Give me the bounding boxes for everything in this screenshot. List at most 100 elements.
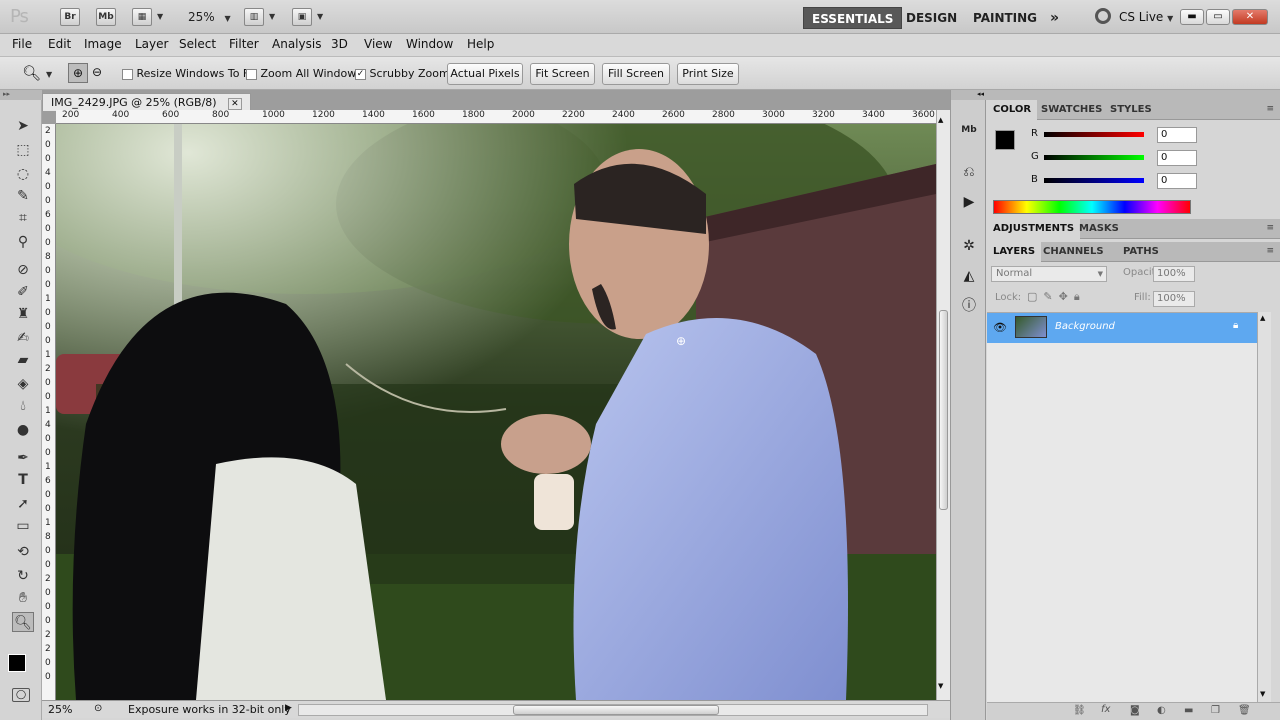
- vertical-scroll-thumb[interactable]: [939, 310, 948, 510]
- close-tab-icon[interactable]: ✕: [228, 98, 242, 110]
- actions-icon[interactable]: ▶: [958, 192, 980, 212]
- scrubby-zoom-option[interactable]: ✓ Scrubby Zoom: [355, 67, 450, 80]
- mini-bridge-icon[interactable]: Mb: [958, 120, 980, 140]
- new-group-icon[interactable]: ▬: [1184, 705, 1193, 716]
- new-layer-icon[interactable]: ❐: [1211, 705, 1220, 716]
- quick-mask-icon[interactable]: ◯: [12, 688, 30, 702]
- menu-select[interactable]: Select: [179, 37, 216, 51]
- tab-styles[interactable]: STYLES: [1104, 100, 1158, 120]
- zoom-all-checkbox[interactable]: [246, 68, 257, 80]
- pen-tool-icon[interactable]: ✒: [12, 448, 34, 468]
- resize-windows-option[interactable]: Resize Windows To Fit: [122, 67, 256, 80]
- menu-layer[interactable]: Layer: [135, 37, 168, 51]
- chevron-down-icon[interactable]: ▼: [157, 12, 163, 21]
- info-icon[interactable]: ⓘ: [958, 296, 980, 316]
- 3d-rotate-tool-icon[interactable]: ⟲: [12, 542, 34, 562]
- status-zoom[interactable]: 25%: [48, 703, 72, 716]
- workspace-painting[interactable]: PAINTING: [965, 7, 1045, 29]
- close-button[interactable]: ✕: [1232, 9, 1268, 25]
- path-selection-tool-icon[interactable]: ➚: [12, 494, 34, 514]
- menu-image[interactable]: Image: [84, 37, 122, 51]
- menu-window[interactable]: Window: [406, 37, 453, 51]
- print-size-button[interactable]: Print Size: [677, 63, 739, 85]
- tab-paths[interactable]: PATHS: [1117, 242, 1165, 262]
- zoom-tool-icon[interactable]: 🔍︎: [22, 64, 41, 82]
- eye-visibility-icon[interactable]: 👁︎: [993, 321, 1007, 334]
- cs-live-menu[interactable]: CS Live ▼: [1119, 10, 1173, 24]
- add-mask-icon[interactable]: ◙: [1130, 705, 1140, 716]
- chevron-down-icon[interactable]: ▼: [317, 12, 323, 21]
- green-slider[interactable]: [1044, 155, 1144, 160]
- vertical-scrollbar[interactable]: ▲ ▼: [936, 110, 950, 700]
- rectangle-tool-icon[interactable]: ▭: [12, 516, 34, 536]
- image-canvas[interactable]: ⊕: [56, 124, 936, 700]
- tab-color[interactable]: COLOR: [987, 100, 1038, 120]
- blue-slider[interactable]: [1044, 178, 1144, 183]
- quick-selection-tool-icon[interactable]: ✎: [12, 186, 34, 206]
- menu-3d[interactable]: 3D: [331, 37, 348, 51]
- scroll-down-icon[interactable]: ▼: [938, 682, 943, 690]
- screen-mode-button[interactable]: ▣: [292, 8, 312, 26]
- horizontal-scrollbar[interactable]: [298, 704, 928, 716]
- blend-mode-select[interactable]: Normal ▼: [991, 266, 1107, 282]
- panel-menu-icon[interactable]: ≡: [1266, 246, 1274, 256]
- 3d-scene-icon[interactable]: ✲: [958, 236, 980, 256]
- link-layers-icon[interactable]: ⛓: [1073, 705, 1086, 716]
- adjustment-layer-icon[interactable]: ◐: [1157, 705, 1166, 716]
- crop-tool-icon[interactable]: ⌗: [12, 208, 34, 228]
- fx-icon[interactable]: fx: [1101, 704, 1110, 715]
- tab-swatches[interactable]: SWATCHES: [1035, 100, 1108, 120]
- view-extras-button[interactable]: ▦: [132, 8, 152, 26]
- status-menu-arrow-icon[interactable]: ▶: [285, 703, 292, 713]
- dodge-tool-icon[interactable]: ●: [12, 420, 34, 440]
- menu-filter[interactable]: Filter: [229, 37, 259, 51]
- color-spectrum-bar[interactable]: [993, 200, 1191, 214]
- minimize-button[interactable]: ▬: [1180, 9, 1204, 25]
- menu-analysis[interactable]: Analysis: [272, 37, 321, 51]
- histogram-icon[interactable]: ◭: [958, 266, 980, 286]
- resize-windows-checkbox[interactable]: [122, 68, 133, 80]
- move-tool-icon[interactable]: ➤: [12, 116, 34, 136]
- eyedropper-tool-icon[interactable]: ⚲: [12, 232, 34, 252]
- maximize-button[interactable]: ▭: [1206, 9, 1230, 25]
- lock-icons[interactable]: ▢✎✥🔒︎: [1027, 290, 1086, 304]
- menu-edit[interactable]: Edit: [48, 37, 71, 51]
- blur-tool-icon[interactable]: 💧︎: [12, 396, 34, 416]
- arrange-documents-button[interactable]: ▥: [244, 8, 264, 26]
- mini-bridge-button[interactable]: Mb: [96, 8, 116, 26]
- tab-masks[interactable]: MASKS: [1073, 219, 1125, 239]
- fill-input[interactable]: 100%: [1153, 291, 1195, 307]
- chevron-down-icon[interactable]: ▼: [46, 70, 52, 79]
- more-workspaces-icon[interactable]: »: [1042, 7, 1067, 29]
- actual-pixels-button[interactable]: Actual Pixels: [447, 63, 523, 85]
- document-tab[interactable]: IMG_2429.JPG @ 25% (RGB/8) ✕: [42, 93, 251, 111]
- workspace-design[interactable]: DESIGN: [898, 7, 965, 29]
- green-value-input[interactable]: 0: [1157, 150, 1197, 166]
- red-value-input[interactable]: 0: [1157, 127, 1197, 143]
- paint-bucket-tool-icon[interactable]: ◈: [12, 374, 34, 394]
- tab-channels[interactable]: CHANNELS: [1037, 242, 1110, 262]
- fit-screen-button[interactable]: Fit Screen: [530, 63, 595, 85]
- horizontal-scroll-thumb[interactable]: [513, 705, 719, 715]
- zoom-out-icon[interactable]: ⊖: [88, 63, 106, 83]
- 3d-orbit-tool-icon[interactable]: ↻: [12, 566, 34, 586]
- opacity-input[interactable]: 100%: [1153, 266, 1195, 282]
- marquee-tool-icon[interactable]: ⬚: [12, 140, 34, 160]
- scroll-down-icon[interactable]: ▼: [1260, 690, 1265, 698]
- type-tool-icon[interactable]: T: [12, 470, 34, 490]
- hand-tool-icon[interactable]: ✋︎: [12, 588, 34, 608]
- delete-layer-icon[interactable]: 🗑︎: [1238, 705, 1251, 716]
- collapse-arrows-icon[interactable]: ▸▸: [0, 90, 42, 100]
- status-info-icon[interactable]: ⊙: [94, 703, 102, 714]
- chevron-down-icon[interactable]: ▼: [269, 12, 275, 21]
- tab-layers[interactable]: LAYERS: [987, 242, 1042, 262]
- history-icon[interactable]: ⎌: [958, 162, 980, 182]
- menu-file[interactable]: File: [12, 37, 32, 51]
- zoom-tool-icon[interactable]: 🔍︎: [12, 612, 34, 632]
- history-brush-tool-icon[interactable]: ✍: [12, 328, 34, 348]
- red-slider[interactable]: [1044, 132, 1144, 137]
- bridge-button[interactable]: Br: [60, 8, 80, 26]
- scroll-up-icon[interactable]: ▲: [938, 116, 943, 124]
- cs-live-icon[interactable]: [1095, 8, 1111, 24]
- layers-scrollbar[interactable]: ▲ ▼: [1257, 312, 1271, 702]
